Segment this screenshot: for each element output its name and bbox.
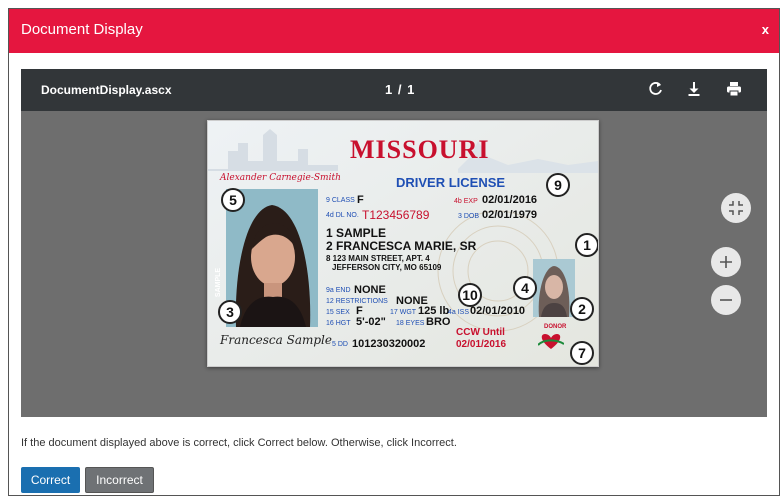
instruction-text: If the document displayed above is corre… [21,437,457,449]
first-name: 2 FRANCESCA MARIE, SR [326,239,477,253]
ccw-line-2: 02/01/2016 [456,339,507,350]
correct-button[interactable]: Correct [21,467,80,493]
issue-value: 02/01/2010 [470,305,526,317]
document-display-dialog: Document Display x DocumentDisplay.ascx … [8,8,780,496]
page-indicator: 1 / 1 [385,82,416,97]
signature-top: Alexander Carnegie-Smith [220,173,341,183]
donor-heart-icon [538,334,564,349]
sample-vertical-text: SAMPLE [215,267,223,298]
class-value: F [357,194,364,206]
eyes-label: 18 EYES [396,320,425,327]
last-name: 1 SAMPLE [326,226,387,240]
exp-value: 02/01/2016 [482,194,538,206]
callout-4: 4 [513,276,537,300]
viewer-toolbar: DocumentDisplay.ascx 1 / 1 [21,69,767,111]
end-label: 9a END [326,287,351,294]
callout-1: 1 [575,233,598,257]
zoom-out-icon [720,299,732,301]
height-value: 5'-02" [356,316,386,328]
callout-3: 3 [218,300,242,324]
restrictions-label: 12 RESTRICTIONS [326,298,388,305]
document-canvas: MISSOURI Alexander Carnegie-Smith DRIVER… [21,111,767,417]
issue-label: 4a ISS [448,309,470,316]
zoom-in-icon [720,256,732,268]
dd-value: 101230320002 [352,338,426,350]
fit-page-icon [729,201,743,215]
print-icon[interactable] [725,80,743,98]
zoom-out-button[interactable] [711,285,741,315]
callout-10: 10 [458,283,482,307]
callout-2: 2 [570,297,594,321]
dd-label: 5 DD [332,341,348,348]
driver-license-image: MISSOURI Alexander Carnegie-Smith DRIVER… [207,120,599,367]
ccw-line-1: CCW Until [456,327,505,338]
download-icon[interactable] [685,80,703,98]
license-type: DRIVER LICENSE [396,175,506,190]
dob-value: 02/01/1979 [482,209,538,221]
pdf-viewer: DocumentDisplay.ascx 1 / 1 MISSOURI Alex… [21,69,767,417]
dl-number-value: T123456789 [362,208,430,222]
dl-number-label: 4d DL NO. [326,212,359,219]
address-line-1: 8 123 MAIN STREET, APT. 4 [326,254,430,263]
eyes-value: BRO [426,316,451,328]
dialog-title: Document Display [21,21,143,38]
exp-label: 4b EXP [454,198,478,205]
signature-bottom: Francesca Sample [220,333,332,347]
dialog-header: Document Display x [9,9,779,53]
state-name: MISSOURI [350,135,490,164]
zoom-in-button[interactable] [711,247,741,277]
fit-page-button[interactable] [721,193,751,223]
sex-label: 15 SEX [326,309,350,316]
donor-label: DONOR [544,324,567,330]
callout-5: 5 [221,188,245,212]
height-label: 16 HGT [326,320,351,327]
end-value: NONE [354,284,386,296]
address-line-2: JEFFERSON CITY, MO 65109 [332,263,442,272]
close-button[interactable]: x [762,22,769,37]
callout-7: 7 [570,341,594,365]
rotate-icon[interactable] [647,80,665,98]
callout-9: 9 [546,173,570,197]
incorrect-button[interactable]: Incorrect [85,467,154,493]
file-name: DocumentDisplay.ascx [41,83,172,97]
dob-label: 3 DOB [458,213,480,220]
class-label: 9 CLASS [326,197,355,204]
weight-label: 17 WGT [390,309,417,316]
ghost-photo [533,259,575,317]
